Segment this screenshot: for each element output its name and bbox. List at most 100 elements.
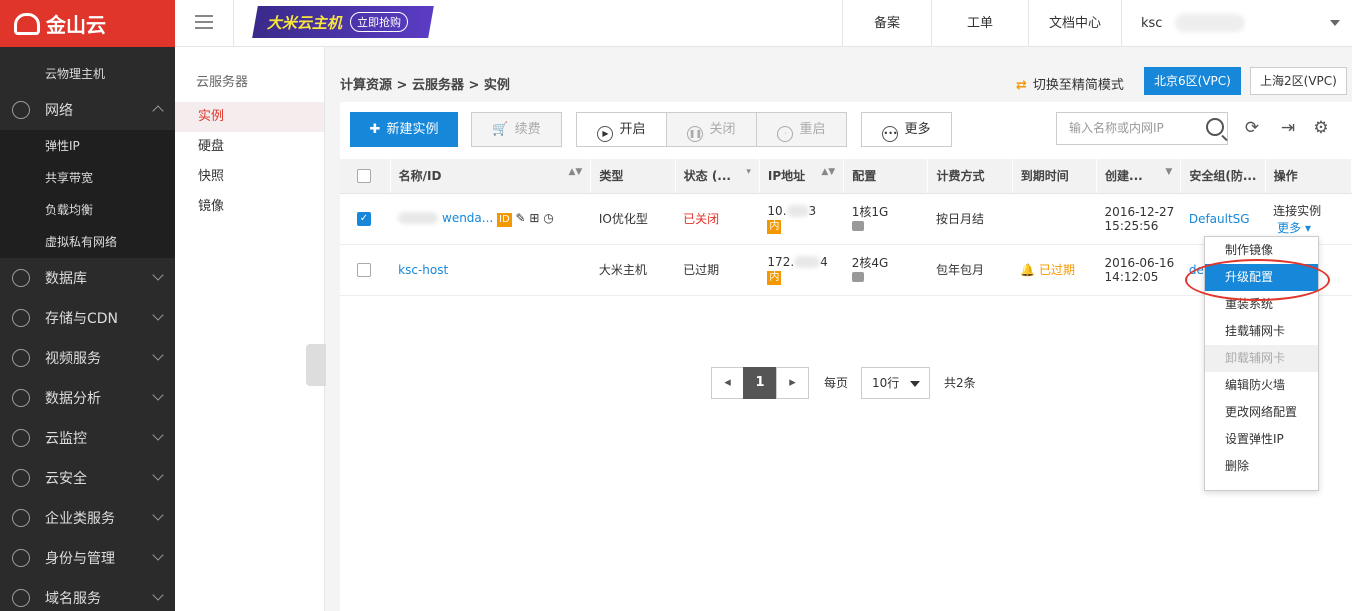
page-number[interactable]: 1 <box>743 367 777 399</box>
total-count: 共2条 <box>944 376 976 390</box>
chevron-down-icon <box>152 549 164 561</box>
sidebar-item-load-balancer[interactable]: 负载均衡 <box>0 194 175 226</box>
sidebar-item-shared-bandwidth[interactable]: 共享带宽 <box>0 162 175 194</box>
user-menu[interactable]: ksc <box>1141 0 1162 47</box>
menu-item-attach-nic[interactable]: 挂载辅网卡 <box>1205 318 1318 345</box>
chevron-down-icon <box>152 429 164 441</box>
region-shanghai2[interactable]: 上海2区(VPC) <box>1250 67 1347 95</box>
sidebar-item-physical-host[interactable]: 云物理主机 <box>0 58 175 90</box>
menu-item-edit-firewall[interactable]: 编辑防火墙 <box>1205 372 1318 399</box>
divider <box>1121 0 1122 47</box>
sidebar-group-enterprise[interactable]: 企业类服务 <box>0 498 175 538</box>
building-icon <box>12 509 30 527</box>
sidebar-group-domain[interactable]: 域名服务 <box>0 578 175 611</box>
region-beijing6[interactable]: 北京6区(VPC) <box>1144 67 1241 95</box>
secnav-item-disks[interactable]: 硬盘 <box>175 132 324 162</box>
promo-banner[interactable]: 大米云主机 立即抢购 <box>252 6 434 38</box>
edit-icon[interactable]: ✎ <box>516 211 526 225</box>
col-created[interactable]: 创建... ▼ <box>1096 159 1182 194</box>
collapse-panel-handle[interactable] <box>306 344 326 386</box>
status-cell: 已过期 <box>675 244 760 296</box>
brand-logo[interactable]: 金山云 <box>0 0 175 47</box>
sort-icon[interactable]: ▲▼ <box>821 167 835 177</box>
filter-icon[interactable]: ▾ <box>746 167 751 177</box>
created-time: 15:25:56 <box>1104 218 1159 233</box>
stop-button[interactable]: ❚❚ 关闭 <box>666 112 757 147</box>
sidebar-group-identity[interactable]: 身份与管理 <box>0 538 175 578</box>
sidebar-group-label: 数据分析 <box>45 391 101 407</box>
export-icon[interactable]: ⇥ <box>1278 118 1298 138</box>
created-cell: 2016-12-27 15:25:56 <box>1096 193 1181 245</box>
create-instance-label: 新建实例 <box>386 122 439 137</box>
cart-icon: 🛒 <box>492 122 509 137</box>
sidebar-group-security[interactable]: 云安全 <box>0 458 175 498</box>
next-page-button[interactable]: ▸ <box>776 367 809 399</box>
switch-mode-link[interactable]: ⇄ 切换至精简模式 <box>1016 74 1124 93</box>
per-page-select[interactable]: 10行 <box>861 367 930 399</box>
row-more-menu[interactable]: 更多 ▾ <box>1273 219 1351 236</box>
sidebar-item-vpc[interactable]: 虚拟私有网络 <box>0 226 175 258</box>
play-icon: ▶ <box>597 126 614 142</box>
sidebar-group-label: 视频服务 <box>45 351 101 367</box>
menu-toggle-icon[interactable] <box>195 15 213 29</box>
instance-name-cell: ksc-host <box>390 244 591 296</box>
ip-cell: 172. 4 内 <box>759 244 844 296</box>
refresh-icon[interactable]: ⟳ <box>1242 118 1262 138</box>
sidebar-group-database[interactable]: 数据库 <box>0 258 175 298</box>
col-ip[interactable]: IP地址 ▲▼ <box>759 159 845 194</box>
instance-name-link[interactable]: ksc-host <box>398 263 448 277</box>
caret-down-icon[interactable] <box>1330 20 1340 26</box>
sidebar-group-monitor[interactable]: 云监控 <box>0 418 175 458</box>
search-input[interactable]: 输入名称或内网IP <box>1056 112 1228 145</box>
col-status-label: 状态 (... <box>683 169 731 184</box>
switch-mode-label: 切换至精简模式 <box>1032 78 1124 93</box>
more-button[interactable]: ••• 更多 <box>861 112 952 147</box>
id-badge[interactable]: ID <box>497 212 512 227</box>
search-icon[interactable] <box>1206 118 1224 136</box>
sidebar-group-video[interactable]: 视频服务 <box>0 338 175 378</box>
ip-prefix: 10. <box>767 203 787 218</box>
renew-button[interactable]: 🛒 续费 <box>471 112 562 147</box>
select-all-checkbox[interactable] <box>357 169 371 183</box>
status-cell: 已关闭 <box>675 193 760 245</box>
restart-button[interactable]: · 重启 <box>756 112 847 147</box>
nav-docs[interactable]: 文档中心 <box>1029 0 1121 47</box>
nav-beian[interactable]: 备案 <box>843 0 931 47</box>
secnav-item-images[interactable]: 镜像 <box>175 192 324 222</box>
expire-cell: 🔔 已过期 <box>1012 244 1097 296</box>
start-button[interactable]: ▶ 开启 <box>576 112 667 147</box>
nav-ticket[interactable]: 工单 <box>932 0 1028 47</box>
prev-page-button[interactable]: ◂ <box>711 367 744 399</box>
menu-item-change-network[interactable]: 更改网络配置 <box>1205 399 1318 426</box>
row-checkbox[interactable]: ✓ <box>357 211 371 226</box>
menu-item-detach-nic: 卸载辅网卡 <box>1205 345 1318 372</box>
sidebar-group-label: 云监控 <box>45 431 87 447</box>
sidebar-group-storage[interactable]: 存储与CDN <box>0 298 175 338</box>
secnav-item-snapshots[interactable]: 快照 <box>175 162 324 192</box>
left-sidebar: 金山云 云物理主机 网络 弹性IP 共享带宽 负载均衡 虚拟私有网络 数据库 存… <box>0 0 175 611</box>
video-icon <box>12 349 30 367</box>
instance-name-cell: wenda... ID ✎ ⊞ ◷ <box>390 193 591 245</box>
table-header-row: 名称/ID ▲▼ 类型 状态 (... ▾ IP地址 ▲▼ 配置 计费方式 到期时间 … <box>340 159 1352 194</box>
col-status[interactable]: 状态 (... ▾ <box>675 159 760 194</box>
banner-cta[interactable]: 立即抢购 <box>350 12 409 32</box>
menu-item-delete[interactable]: 删除 <box>1205 453 1318 480</box>
top-header: 大米云主机 立即抢购 备案 工单 文档中心 ksc <box>175 0 1352 47</box>
menu-item-set-eip[interactable]: 设置弹性IP <box>1205 426 1318 453</box>
col-name[interactable]: 名称/ID ▲▼ <box>390 159 592 194</box>
sidebar-group-network[interactable]: 网络 <box>0 90 175 130</box>
secnav-item-instances[interactable]: 实例 <box>175 102 324 132</box>
per-page-label: 每页 <box>824 376 849 390</box>
instance-name-link[interactable]: wenda... <box>442 211 493 225</box>
sort-icon[interactable]: ▲▼ <box>569 167 583 177</box>
sort-desc-icon[interactable]: ▼ <box>1165 167 1172 177</box>
sidebar-group-analytics[interactable]: 数据分析 <box>0 378 175 418</box>
table-row[interactable]: ✓ wenda... ID ✎ ⊞ ◷ IO优化型 已关闭 10. 3 内 1核… <box>340 193 1352 245</box>
swap-icon: ⇄ <box>1016 78 1027 93</box>
row-checkbox[interactable] <box>357 262 371 277</box>
sidebar-item-eip[interactable]: 弹性IP <box>0 130 175 162</box>
gear-icon[interactable]: ⚙ <box>1311 118 1331 138</box>
connect-instance-link[interactable]: 连接实例 <box>1273 202 1351 219</box>
create-instance-button[interactable]: ✚ 新建实例 <box>350 112 458 147</box>
caret-down-icon: ▾ <box>1304 220 1311 235</box>
